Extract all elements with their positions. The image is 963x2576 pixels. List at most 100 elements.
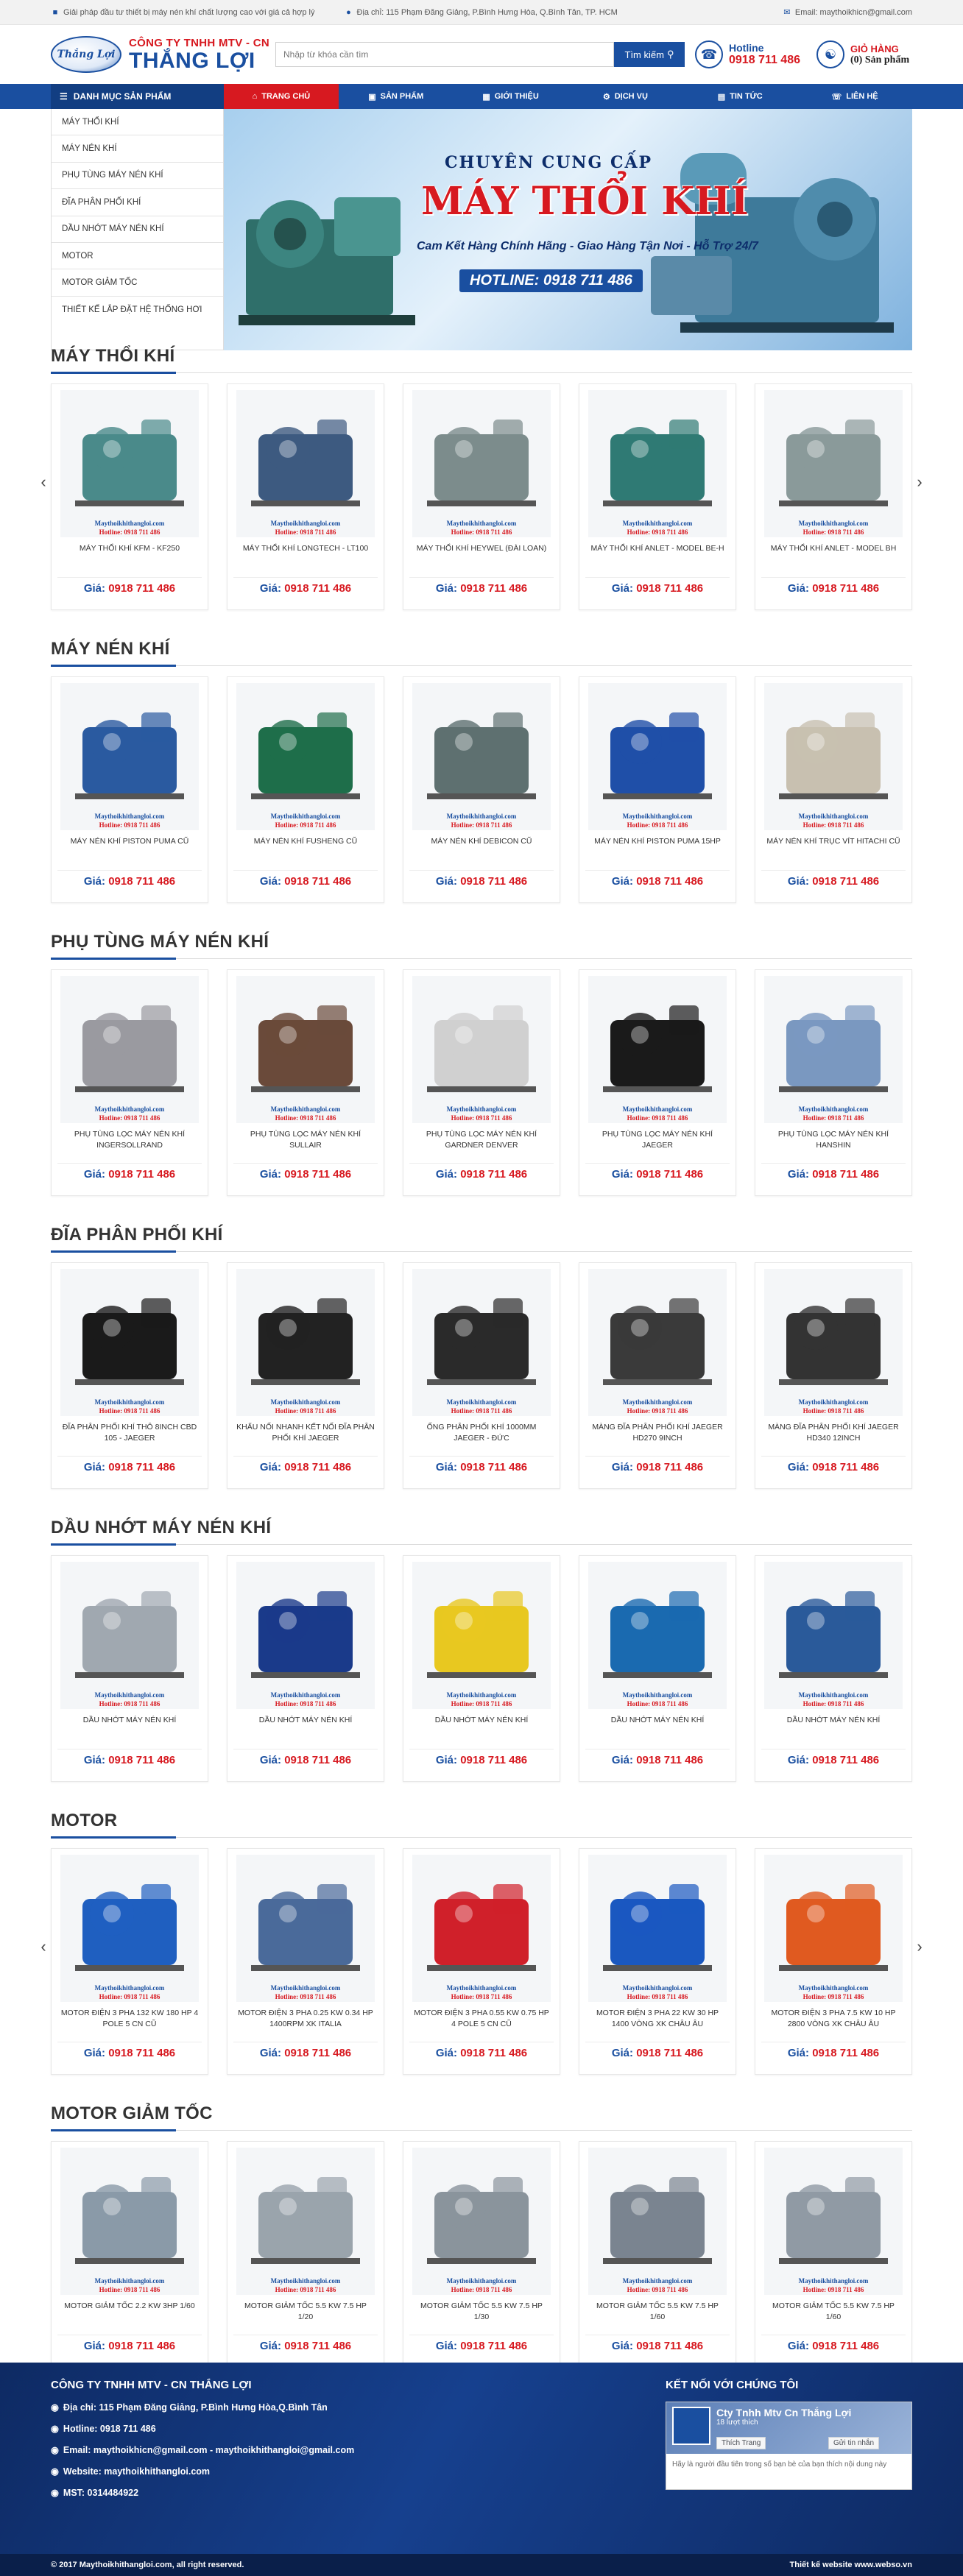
product-name[interactable]: MÁY THỔI KHÍ LONGTECH - LT100 — [233, 543, 378, 574]
cart[interactable]: ☯ GIỎ HÀNG (0) Sản phẩm — [816, 40, 909, 68]
product-name[interactable]: MOTOR GIẢM TỐC 5.5 KW 7.5 HP 1/60 — [585, 2301, 730, 2332]
product-image[interactable]: Maythoikhithangloi.com Hotline: 0918 711 … — [588, 976, 727, 1123]
facebook-page-avatar[interactable] — [672, 2407, 710, 2445]
product-name[interactable]: MOTOR ĐIỆN 3 PHA 7.5 KW 10 HP 2800 VÒNG … — [761, 2008, 906, 2039]
footer-hotline-text[interactable]: Hotline: 0918 711 486 — [63, 2424, 156, 2434]
product-card[interactable]: Maythoikhithangloi.com Hotline: 0918 711 … — [579, 2141, 736, 2368]
product-card[interactable]: Maythoikhithangloi.com Hotline: 0918 711 … — [403, 676, 560, 903]
carousel-next-arrow-icon[interactable]: › — [912, 1936, 927, 1958]
product-name[interactable]: MÀNG ĐĨA PHÂN PHỐI KHÍ JAEGER HD340 12IN… — [761, 1422, 906, 1453]
product-image[interactable]: Maythoikhithangloi.com Hotline: 0918 711 … — [60, 1269, 199, 1416]
nav-item-news[interactable]: ▤ TIN TỨC — [682, 84, 797, 109]
product-card[interactable]: Maythoikhithangloi.com Hotline: 0918 711 … — [227, 383, 384, 610]
product-image[interactable]: Maythoikhithangloi.com Hotline: 0918 711 … — [412, 1562, 551, 1709]
product-name[interactable]: KHẨU NỐI NHANH KẾT NỐI ĐĨA PHÂN PHỐI KHÍ… — [233, 1422, 378, 1453]
product-card[interactable]: Maythoikhithangloi.com Hotline: 0918 711 … — [227, 676, 384, 903]
product-image[interactable]: Maythoikhithangloi.com Hotline: 0918 711 … — [236, 683, 375, 830]
category-item[interactable]: MOTOR GIẢM TỐC — [52, 269, 223, 297]
product-card[interactable]: Maythoikhithangloi.com Hotline: 0918 711 … — [403, 1555, 560, 1782]
product-card[interactable]: Maythoikhithangloi.com Hotline: 0918 711 … — [403, 2141, 560, 2368]
product-name[interactable]: MÁY THỔI KHÍ ANLET - MODEL BE-H — [585, 543, 730, 574]
product-image[interactable]: Maythoikhithangloi.com Hotline: 0918 711 … — [764, 683, 903, 830]
product-card[interactable]: Maythoikhithangloi.com Hotline: 0918 711 … — [579, 383, 736, 610]
email[interactable]: ✉ Email: maythoikhicn@gmail.com — [783, 8, 912, 17]
product-card[interactable]: Maythoikhithangloi.com Hotline: 0918 711 … — [51, 676, 208, 903]
product-image[interactable]: Maythoikhithangloi.com Hotline: 0918 711 … — [60, 976, 199, 1123]
product-image[interactable]: Maythoikhithangloi.com Hotline: 0918 711 … — [60, 1562, 199, 1709]
product-image[interactable]: Maythoikhithangloi.com Hotline: 0918 711 … — [236, 390, 375, 537]
product-image[interactable]: Maythoikhithangloi.com Hotline: 0918 711 … — [588, 1562, 727, 1709]
product-image[interactable]: Maythoikhithangloi.com Hotline: 0918 711 … — [588, 1269, 727, 1416]
product-name[interactable]: MÁY NÉN KHÍ TRỤC VÍT HITACHI CŨ — [761, 836, 906, 867]
product-card[interactable]: Maythoikhithangloi.com Hotline: 0918 711 … — [755, 1262, 912, 1489]
product-card[interactable]: Maythoikhithangloi.com Hotline: 0918 711 … — [755, 1848, 912, 2075]
product-image[interactable]: Maythoikhithangloi.com Hotline: 0918 711 … — [236, 1562, 375, 1709]
product-image[interactable]: Maythoikhithangloi.com Hotline: 0918 711 … — [412, 683, 551, 830]
product-card[interactable]: Maythoikhithangloi.com Hotline: 0918 711 … — [755, 1555, 912, 1782]
nav-item-about[interactable]: ▦ GIỚI THIỆU — [454, 84, 568, 109]
product-name[interactable]: MOTOR GIẢM TỐC 2.2 KW 3HP 1/60 — [57, 2301, 202, 2332]
product-card[interactable]: Maythoikhithangloi.com Hotline: 0918 711 … — [403, 1262, 560, 1489]
product-name[interactable]: MÁY THỔI KHÍ HEYWEL (ĐÀI LOAN) — [409, 543, 554, 574]
facebook-widget[interactable]: Cty Tnhh Mtv Cn Thắng Lợi 18 lượt thích … — [666, 2402, 912, 2490]
product-image[interactable]: Maythoikhithangloi.com Hotline: 0918 711 … — [764, 1562, 903, 1709]
product-card[interactable]: Maythoikhithangloi.com Hotline: 0918 711 … — [227, 1555, 384, 1782]
section-title[interactable]: ĐĨA PHÂN PHỐI KHÍ — [51, 1225, 912, 1253]
carousel-next-arrow-icon[interactable]: › — [912, 471, 927, 493]
product-name[interactable]: MÁY NÉN KHÍ FUSHENG CŨ — [233, 836, 378, 867]
product-card[interactable]: Maythoikhithangloi.com Hotline: 0918 711 … — [755, 2141, 912, 2368]
product-image[interactable]: Maythoikhithangloi.com Hotline: 0918 711 … — [764, 390, 903, 537]
carousel-prev-arrow-icon[interactable]: ‹ — [36, 471, 51, 493]
product-card[interactable]: Maythoikhithangloi.com Hotline: 0918 711 … — [755, 969, 912, 1196]
category-item[interactable]: ĐĨA PHÂN PHỐI KHÍ — [52, 189, 223, 216]
product-card[interactable]: Maythoikhithangloi.com Hotline: 0918 711 … — [579, 1262, 736, 1489]
product-card[interactable]: Maythoikhithangloi.com Hotline: 0918 711 … — [51, 383, 208, 610]
section-title[interactable]: MOTOR — [51, 1811, 912, 1839]
product-image[interactable]: Maythoikhithangloi.com Hotline: 0918 711 … — [412, 1855, 551, 2002]
product-name[interactable]: DẦU NHỚT MÁY NÉN KHÍ — [409, 1715, 554, 1746]
product-image[interactable]: Maythoikhithangloi.com Hotline: 0918 711 … — [412, 2148, 551, 2295]
product-name[interactable]: PHỤ TÙNG LỌC MÁY NÉN KHÍ SULLAIR — [233, 1129, 378, 1160]
nav-item-home[interactable]: ⌂ TRANG CHỦ — [224, 84, 339, 109]
product-card[interactable]: Maythoikhithangloi.com Hotline: 0918 711 … — [51, 1848, 208, 2075]
footer-email-text[interactable]: Email: maythoikhicn@gmail.com - maythoik… — [63, 2445, 354, 2455]
email-text[interactable]: Email: maythoikhicn@gmail.com — [795, 8, 912, 17]
product-image[interactable]: Maythoikhithangloi.com Hotline: 0918 711 … — [412, 976, 551, 1123]
product-image[interactable]: Maythoikhithangloi.com Hotline: 0918 711 … — [236, 1855, 375, 2002]
product-image[interactable]: Maythoikhithangloi.com Hotline: 0918 711 … — [588, 683, 727, 830]
footer-website[interactable]: ◉ Website: maythoikhithangloi.com — [51, 2466, 666, 2477]
product-card[interactable]: Maythoikhithangloi.com Hotline: 0918 711 … — [51, 1555, 208, 1782]
hotline[interactable]: ☎ Hotline 0918 711 486 — [695, 40, 800, 68]
category-item[interactable]: MÁY NÉN KHÍ — [52, 135, 223, 163]
product-card[interactable]: Maythoikhithangloi.com Hotline: 0918 711 … — [403, 969, 560, 1196]
product-name[interactable]: DẦU NHỚT MÁY NÉN KHÍ — [585, 1715, 730, 1746]
product-name[interactable]: MOTOR GIẢM TỐC 5.5 KW 7.5 HP 1/60 — [761, 2301, 906, 2332]
product-name[interactable]: MOTOR ĐIỆN 3 PHA 22 KW 30 HP 1400 VÒNG X… — [585, 2008, 730, 2039]
section-title[interactable]: DẦU NHỚT MÁY NÉN KHÍ — [51, 1518, 912, 1546]
product-name[interactable]: DẦU NHỚT MÁY NÉN KHÍ — [761, 1715, 906, 1746]
footer-hotline[interactable]: ◉ Hotline: 0918 711 486 — [51, 2423, 666, 2435]
product-card[interactable]: Maythoikhithangloi.com Hotline: 0918 711 … — [403, 383, 560, 610]
product-image[interactable]: Maythoikhithangloi.com Hotline: 0918 711 … — [764, 2148, 903, 2295]
product-image[interactable]: Maythoikhithangloi.com Hotline: 0918 711 … — [236, 2148, 375, 2295]
product-name[interactable]: PHỤ TÙNG LỌC MÁY NÉN KHÍ INGERSOLLRAND — [57, 1129, 202, 1160]
section-title[interactable]: MOTOR GIẢM TỐC — [51, 2103, 912, 2131]
product-name[interactable]: MOTOR ĐIỆN 3 PHA 0.55 KW 0.75 HP 4 POLE … — [409, 2008, 554, 2039]
nav-item-products[interactable]: ▣ SẢN PHẨM — [339, 84, 454, 109]
category-item[interactable]: PHỤ TÙNG MÁY NÉN KHÍ — [52, 163, 223, 190]
product-name[interactable]: PHỤ TÙNG LỌC MÁY NÉN KHÍ HANSHIN — [761, 1129, 906, 1160]
product-card[interactable]: Maythoikhithangloi.com Hotline: 0918 711 … — [755, 383, 912, 610]
product-name[interactable]: MÁY THỔI KHÍ ANLET - MODEL BH — [761, 543, 906, 574]
category-item[interactable]: MOTOR — [52, 243, 223, 270]
product-name[interactable]: PHỤ TÙNG LỌC MÁY NÉN KHÍ JAEGER — [585, 1129, 730, 1160]
nav-item-contact[interactable]: ☏ LIÊN HỆ — [797, 84, 912, 109]
product-card[interactable]: Maythoikhithangloi.com Hotline: 0918 711 … — [227, 969, 384, 1196]
product-card[interactable]: Maythoikhithangloi.com Hotline: 0918 711 … — [51, 2141, 208, 2368]
product-card[interactable]: Maythoikhithangloi.com Hotline: 0918 711 … — [227, 2141, 384, 2368]
product-name[interactable]: DẦU NHỚT MÁY NÉN KHÍ — [57, 1715, 202, 1746]
designer-credit[interactable]: Thiết kế website www.webso.vn — [790, 2561, 912, 2569]
carousel-prev-arrow-icon[interactable]: ‹ — [36, 1936, 51, 1958]
nav-item-services[interactable]: ⚙ DỊCH VỤ — [568, 84, 682, 109]
product-name[interactable]: MOTOR ĐIỆN 3 PHA 132 KW 180 HP 4 POLE 5 … — [57, 2008, 202, 2039]
product-image[interactable]: Maythoikhithangloi.com Hotline: 0918 711 … — [60, 683, 199, 830]
